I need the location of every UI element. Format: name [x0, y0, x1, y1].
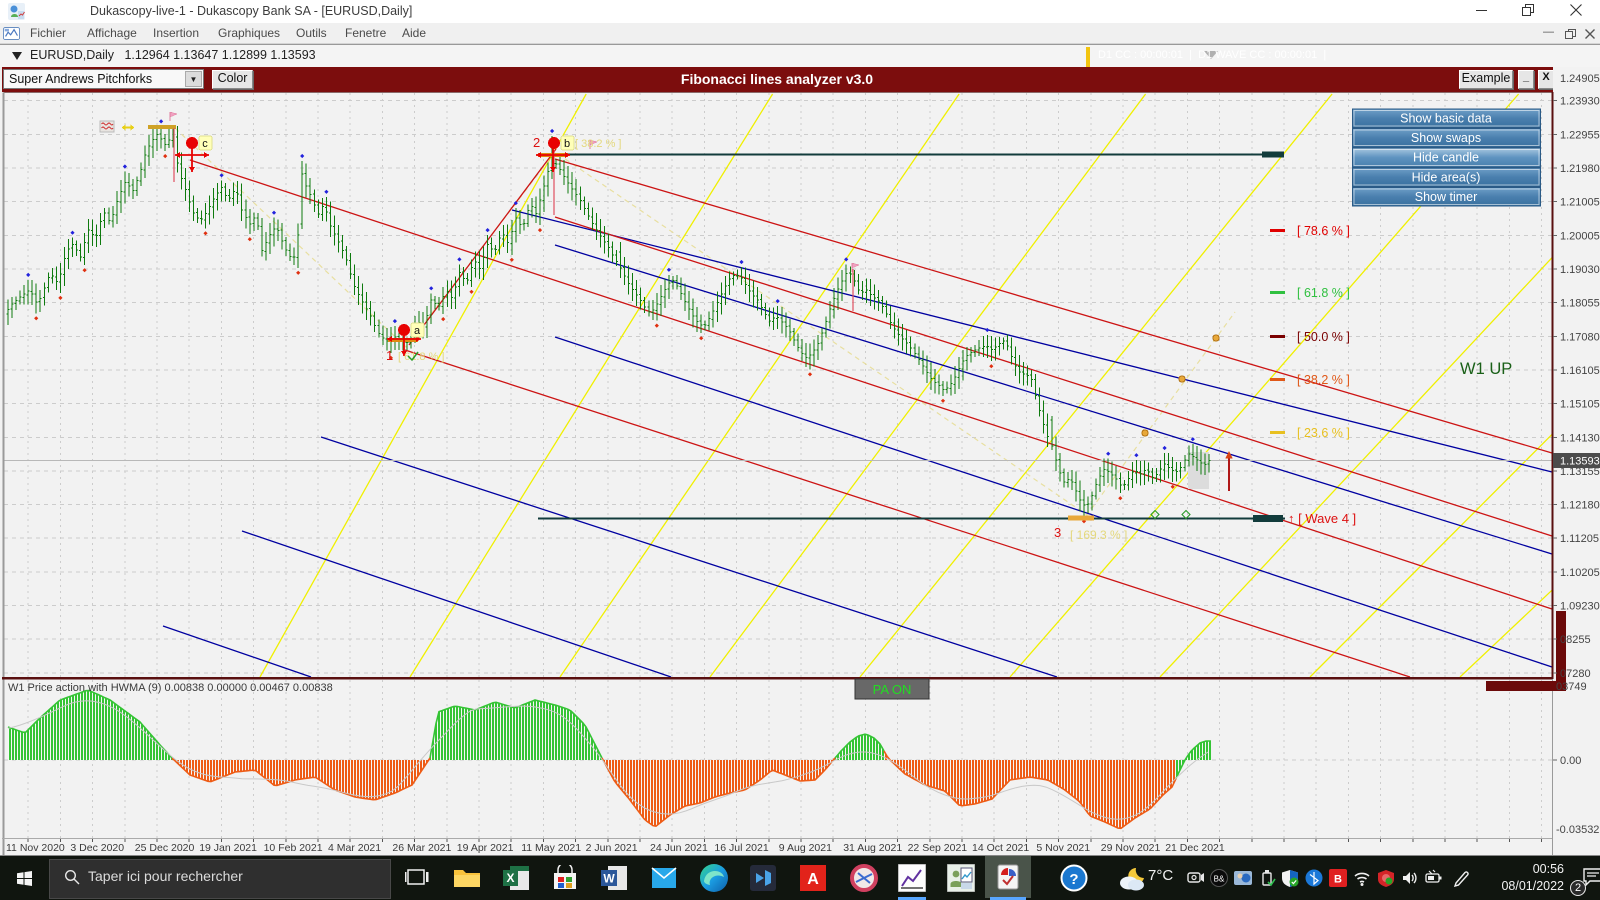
svg-text:X: X [506, 871, 514, 885]
svg-text:22 Sep 2021: 22 Sep 2021 [908, 842, 968, 854]
svg-text:b: b [564, 138, 570, 150]
svg-text:B&: B& [1214, 875, 1225, 884]
svg-text:07280: 07280 [1560, 668, 1591, 680]
svg-text:3 Dec 2020: 3 Dec 2020 [70, 842, 124, 854]
svg-text:[ 38.2 % ]: [ 38.2 % ] [575, 138, 621, 150]
svg-text:?: ? [1069, 871, 1078, 888]
svg-text:11 Nov 2020: 11 Nov 2020 [6, 842, 65, 854]
svg-text:1.16105: 1.16105 [1560, 365, 1600, 377]
svg-text:1.15105: 1.15105 [1560, 399, 1600, 411]
svg-text:↑ [ Wave 4 ]: ↑ [ Wave 4 ] [1288, 511, 1356, 526]
svg-text:a: a [414, 325, 421, 337]
svg-text:29 Nov 2021: 29 Nov 2021 [1101, 842, 1161, 854]
svg-text:[ 50.0 % ]: [ 50.0 % ] [1297, 330, 1350, 344]
svg-text:14 Oct 2021: 14 Oct 2021 [972, 842, 1029, 854]
svg-text:11 May 2021: 11 May 2021 [521, 842, 581, 854]
svg-text:A: A [807, 871, 819, 888]
svg-text:24 Jun 2021: 24 Jun 2021 [650, 842, 708, 854]
svg-text:Show timer: Show timer [1415, 190, 1478, 204]
svg-text:3: 3 [1054, 525, 1061, 540]
svg-text:19 Jan 2021: 19 Jan 2021 [199, 842, 257, 854]
svg-text:2: 2 [533, 135, 540, 150]
svg-text:0.00: 0.00 [1560, 755, 1581, 767]
svg-text:1.21005: 1.21005 [1560, 197, 1600, 209]
svg-text:25 Dec 2020: 25 Dec 2020 [135, 842, 195, 854]
svg-text:1: 1 [386, 348, 393, 363]
svg-text:4 Mar 2021: 4 Mar 2021 [328, 842, 381, 854]
svg-text:1.14130: 1.14130 [1560, 432, 1600, 444]
svg-text:Show swaps: Show swaps [1411, 131, 1481, 145]
svg-text:PA ON: PA ON [873, 682, 912, 697]
svg-text:1.09230: 1.09230 [1560, 601, 1600, 613]
svg-text:1.18055: 1.18055 [1560, 298, 1600, 310]
svg-text:1.13593: 1.13593 [1560, 456, 1600, 468]
svg-text:1.17080: 1.17080 [1560, 331, 1600, 343]
svg-text:5 Nov 2021: 5 Nov 2021 [1036, 842, 1090, 854]
svg-text:Show basic data: Show basic data [1400, 112, 1492, 126]
svg-text:31 Aug 2021: 31 Aug 2021 [843, 842, 902, 854]
svg-text:W1 UP: W1 UP [1460, 360, 1512, 378]
svg-text:-0.03532: -0.03532 [1556, 824, 1599, 836]
svg-text:Hide candle: Hide candle [1413, 151, 1479, 165]
svg-text:03749: 03749 [1556, 681, 1587, 693]
svg-text:W: W [603, 872, 615, 886]
svg-text:21 Dec 2021: 21 Dec 2021 [1165, 842, 1225, 854]
svg-text:2 Jun 2021: 2 Jun 2021 [586, 842, 638, 854]
svg-text:[ 61.8 % ]: [ 61.8 % ] [398, 351, 444, 363]
svg-text:B: B [1334, 874, 1342, 886]
svg-text:1.20005: 1.20005 [1560, 230, 1600, 242]
svg-text:[ 23.6 % ]: [ 23.6 % ] [1297, 426, 1350, 440]
svg-text:c: c [202, 138, 208, 150]
svg-text:1.12180: 1.12180 [1560, 500, 1600, 512]
svg-text:1.21980: 1.21980 [1560, 163, 1600, 175]
svg-text:1.11205: 1.11205 [1560, 533, 1599, 545]
svg-text:[ 78.6 % ]: [ 78.6 % ] [1297, 224, 1350, 238]
svg-text:08255: 08255 [1560, 634, 1591, 646]
svg-text:10 Feb 2021: 10 Feb 2021 [264, 842, 323, 854]
svg-text:[ 61.8 % ]: [ 61.8 % ] [1297, 286, 1350, 300]
svg-text:W1 Price action with HWMA (9): W1 Price action with HWMA (9) 0.00838 0.… [8, 682, 333, 694]
svg-text:1.10205: 1.10205 [1560, 567, 1600, 579]
svg-text:Hide area(s): Hide area(s) [1412, 170, 1481, 184]
svg-text:1.19030: 1.19030 [1560, 264, 1600, 276]
svg-text:19 Apr 2021: 19 Apr 2021 [457, 842, 514, 854]
svg-text:1.23930: 1.23930 [1560, 96, 1600, 108]
svg-text:[ 38.2 % ]: [ 38.2 % ] [1297, 373, 1350, 387]
svg-text:16 Jul 2021: 16 Jul 2021 [714, 842, 768, 854]
svg-text:1.22955: 1.22955 [1560, 129, 1600, 141]
svg-text:26 Mar 2021: 26 Mar 2021 [392, 842, 451, 854]
svg-text:[ 169.3 % ]: [ 169.3 % ] [1070, 528, 1127, 542]
svg-text:9 Aug 2021: 9 Aug 2021 [779, 842, 832, 854]
